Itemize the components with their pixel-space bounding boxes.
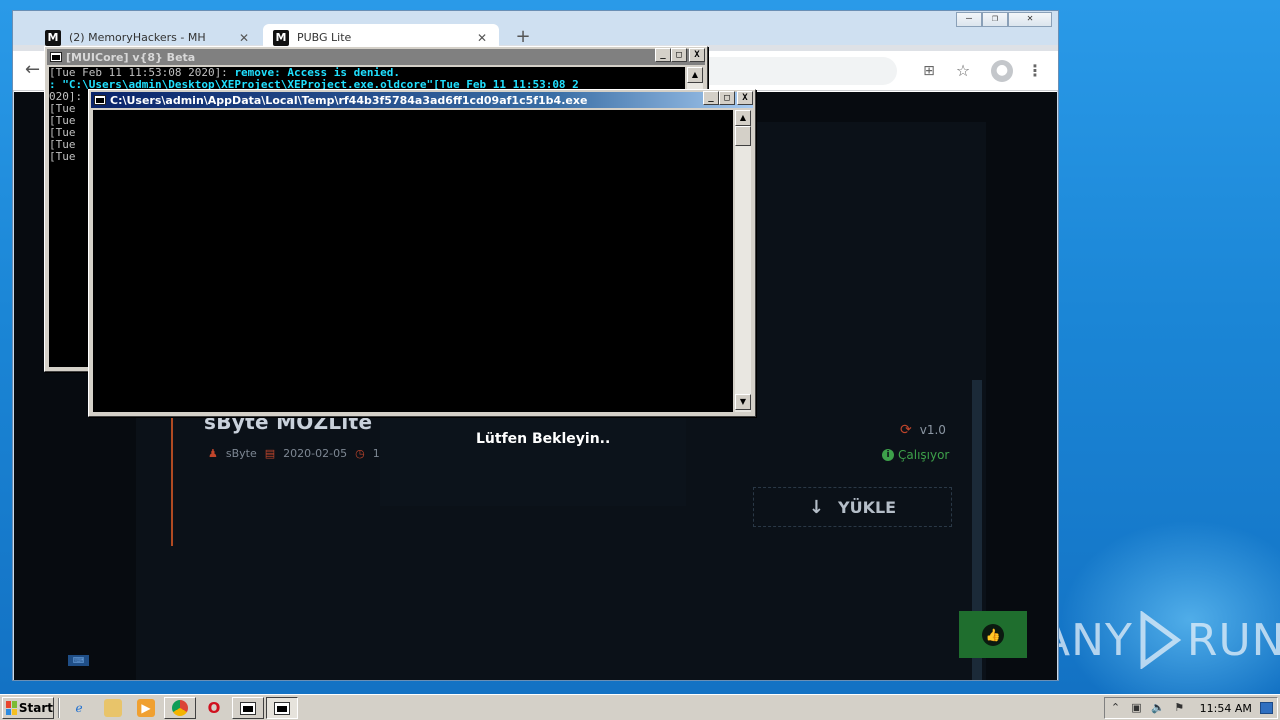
media-player-icon[interactable]: ▶ [137,699,155,717]
chrome-task-button[interactable] [164,697,196,719]
info-icon: i [882,449,894,461]
opera-icon[interactable]: O [205,699,223,717]
volume-icon[interactable]: 🔈 [1151,701,1165,715]
rf-exe-console-window: C:\Users\admin\AppData\Local\Temp\rf44b3… [88,89,756,417]
console-task-button[interactable] [232,697,264,719]
system-tray: ⌃ ▣ 🔈 ⚑ 11:54 AM [1104,697,1278,719]
maximize-button[interactable]: □ [719,91,735,105]
folder-icon[interactable] [104,699,122,717]
console-task-button-active[interactable] [266,697,298,719]
star-icon[interactable]: ☆ [953,61,973,81]
status-label: Çalışıyor [898,448,950,462]
console-output [93,110,733,412]
start-button[interactable]: Start [2,697,54,719]
scroll-up-icon[interactable]: ▲ [687,67,703,83]
version-info: ⟳ v1.0 [900,422,946,438]
sync-icon: ⟳ [900,422,912,438]
show-desktop-icon[interactable] [1259,702,1273,714]
version-label: v1.0 [919,423,946,437]
flag-icon[interactable]: ⚑ [1173,701,1186,715]
tab-favicon: M [273,29,289,46]
mod-meta: ♟ sByte ▤ 2020-02-05 ◷ 19:0 [208,447,397,460]
scroll-down-icon[interactable]: ▼ [735,394,751,410]
author-name: sByte [225,447,257,460]
console-icon [240,701,256,715]
tab-close-icon[interactable]: ✕ [237,31,251,45]
install-label: YÜKLE [837,497,897,517]
maximize-button[interactable]: □ [671,48,687,62]
play-logo-icon [1140,611,1182,669]
loading-text: Lütfen Bekleyin.. [476,431,611,447]
network-icon[interactable]: ▣ [1130,701,1143,715]
console-window-controls: _ □ X [655,48,705,62]
tab-title: PUBG Lite [297,31,352,44]
chevron-up-icon[interactable]: ⌃ [1109,701,1122,715]
keyboard-icon[interactable]: ⌨ [68,655,89,666]
console-title: C:\Users\admin\AppData\Local\Temp\rf44b3… [110,93,588,107]
scroll-up-icon[interactable]: ▲ [735,110,751,126]
console-app-icon [94,95,106,105]
tab-title: (2) MemoryHackers - MH [69,31,206,44]
user-icon: ♟ [208,447,218,460]
browser-close-button[interactable]: ✕ [1008,12,1052,27]
windows-logo-icon [6,701,17,715]
clock[interactable]: 11:54 AM [1200,702,1252,715]
console-titlebar[interactable]: [MUICore] v{8} Beta [47,49,705,65]
browser-restore-button[interactable]: ❐ [982,12,1008,27]
browser-window-controls: – ❐ ✕ [956,12,1052,27]
console-icon [274,701,290,715]
tab-close-icon[interactable]: ✕ [475,31,489,45]
clock-icon: ◷ [355,447,365,460]
console-scrollbar[interactable]: ▲ ▼ [735,110,751,412]
chrome-icon [172,700,188,716]
status-info: i Çalışıyor [882,448,949,462]
console-title: [MUICore] v{8} Beta [66,50,196,64]
minimize-button[interactable]: _ [655,48,671,62]
taskbar-separator [58,698,60,718]
account-circle-icon[interactable]: ● [991,60,1013,82]
close-button[interactable]: X [689,48,705,62]
arrow-down-icon: ↓ [808,496,824,518]
minimize-button[interactable]: _ [703,91,719,105]
loading-overlay [380,410,686,506]
post-date: 2020-02-05 [283,447,348,460]
taskbar: Start ℯ ▶ O ⌃ ▣ 🔈 ⚑ 11:54 AM [0,694,1280,720]
thumbs-up-icon: 👍 [982,623,1004,646]
browser-minimize-button[interactable]: – [956,12,982,27]
calendar-icon: ▤ [264,447,276,460]
scroll-thumb[interactable] [735,126,751,146]
translate-icon[interactable]: ⊞ [919,61,939,81]
like-button[interactable]: 👍 [959,611,1027,658]
install-button[interactable]: ↓ YÜKLE [753,487,952,527]
console-window-controls: _ □ X [703,91,753,105]
anyrun-watermark: ANY RUN [1040,608,1280,672]
internet-explorer-icon[interactable]: ℯ [70,699,88,717]
tab-favicon: M [45,29,61,46]
kebab-menu-icon[interactable]: ⋮ [1025,61,1045,81]
watermark-run: RUN [1186,614,1280,666]
start-label: Start [18,701,53,715]
console-app-icon [50,52,62,62]
close-button[interactable]: X [737,91,753,105]
console-titlebar[interactable]: C:\Users\admin\AppData\Local\Temp\rf44b3… [91,92,753,108]
